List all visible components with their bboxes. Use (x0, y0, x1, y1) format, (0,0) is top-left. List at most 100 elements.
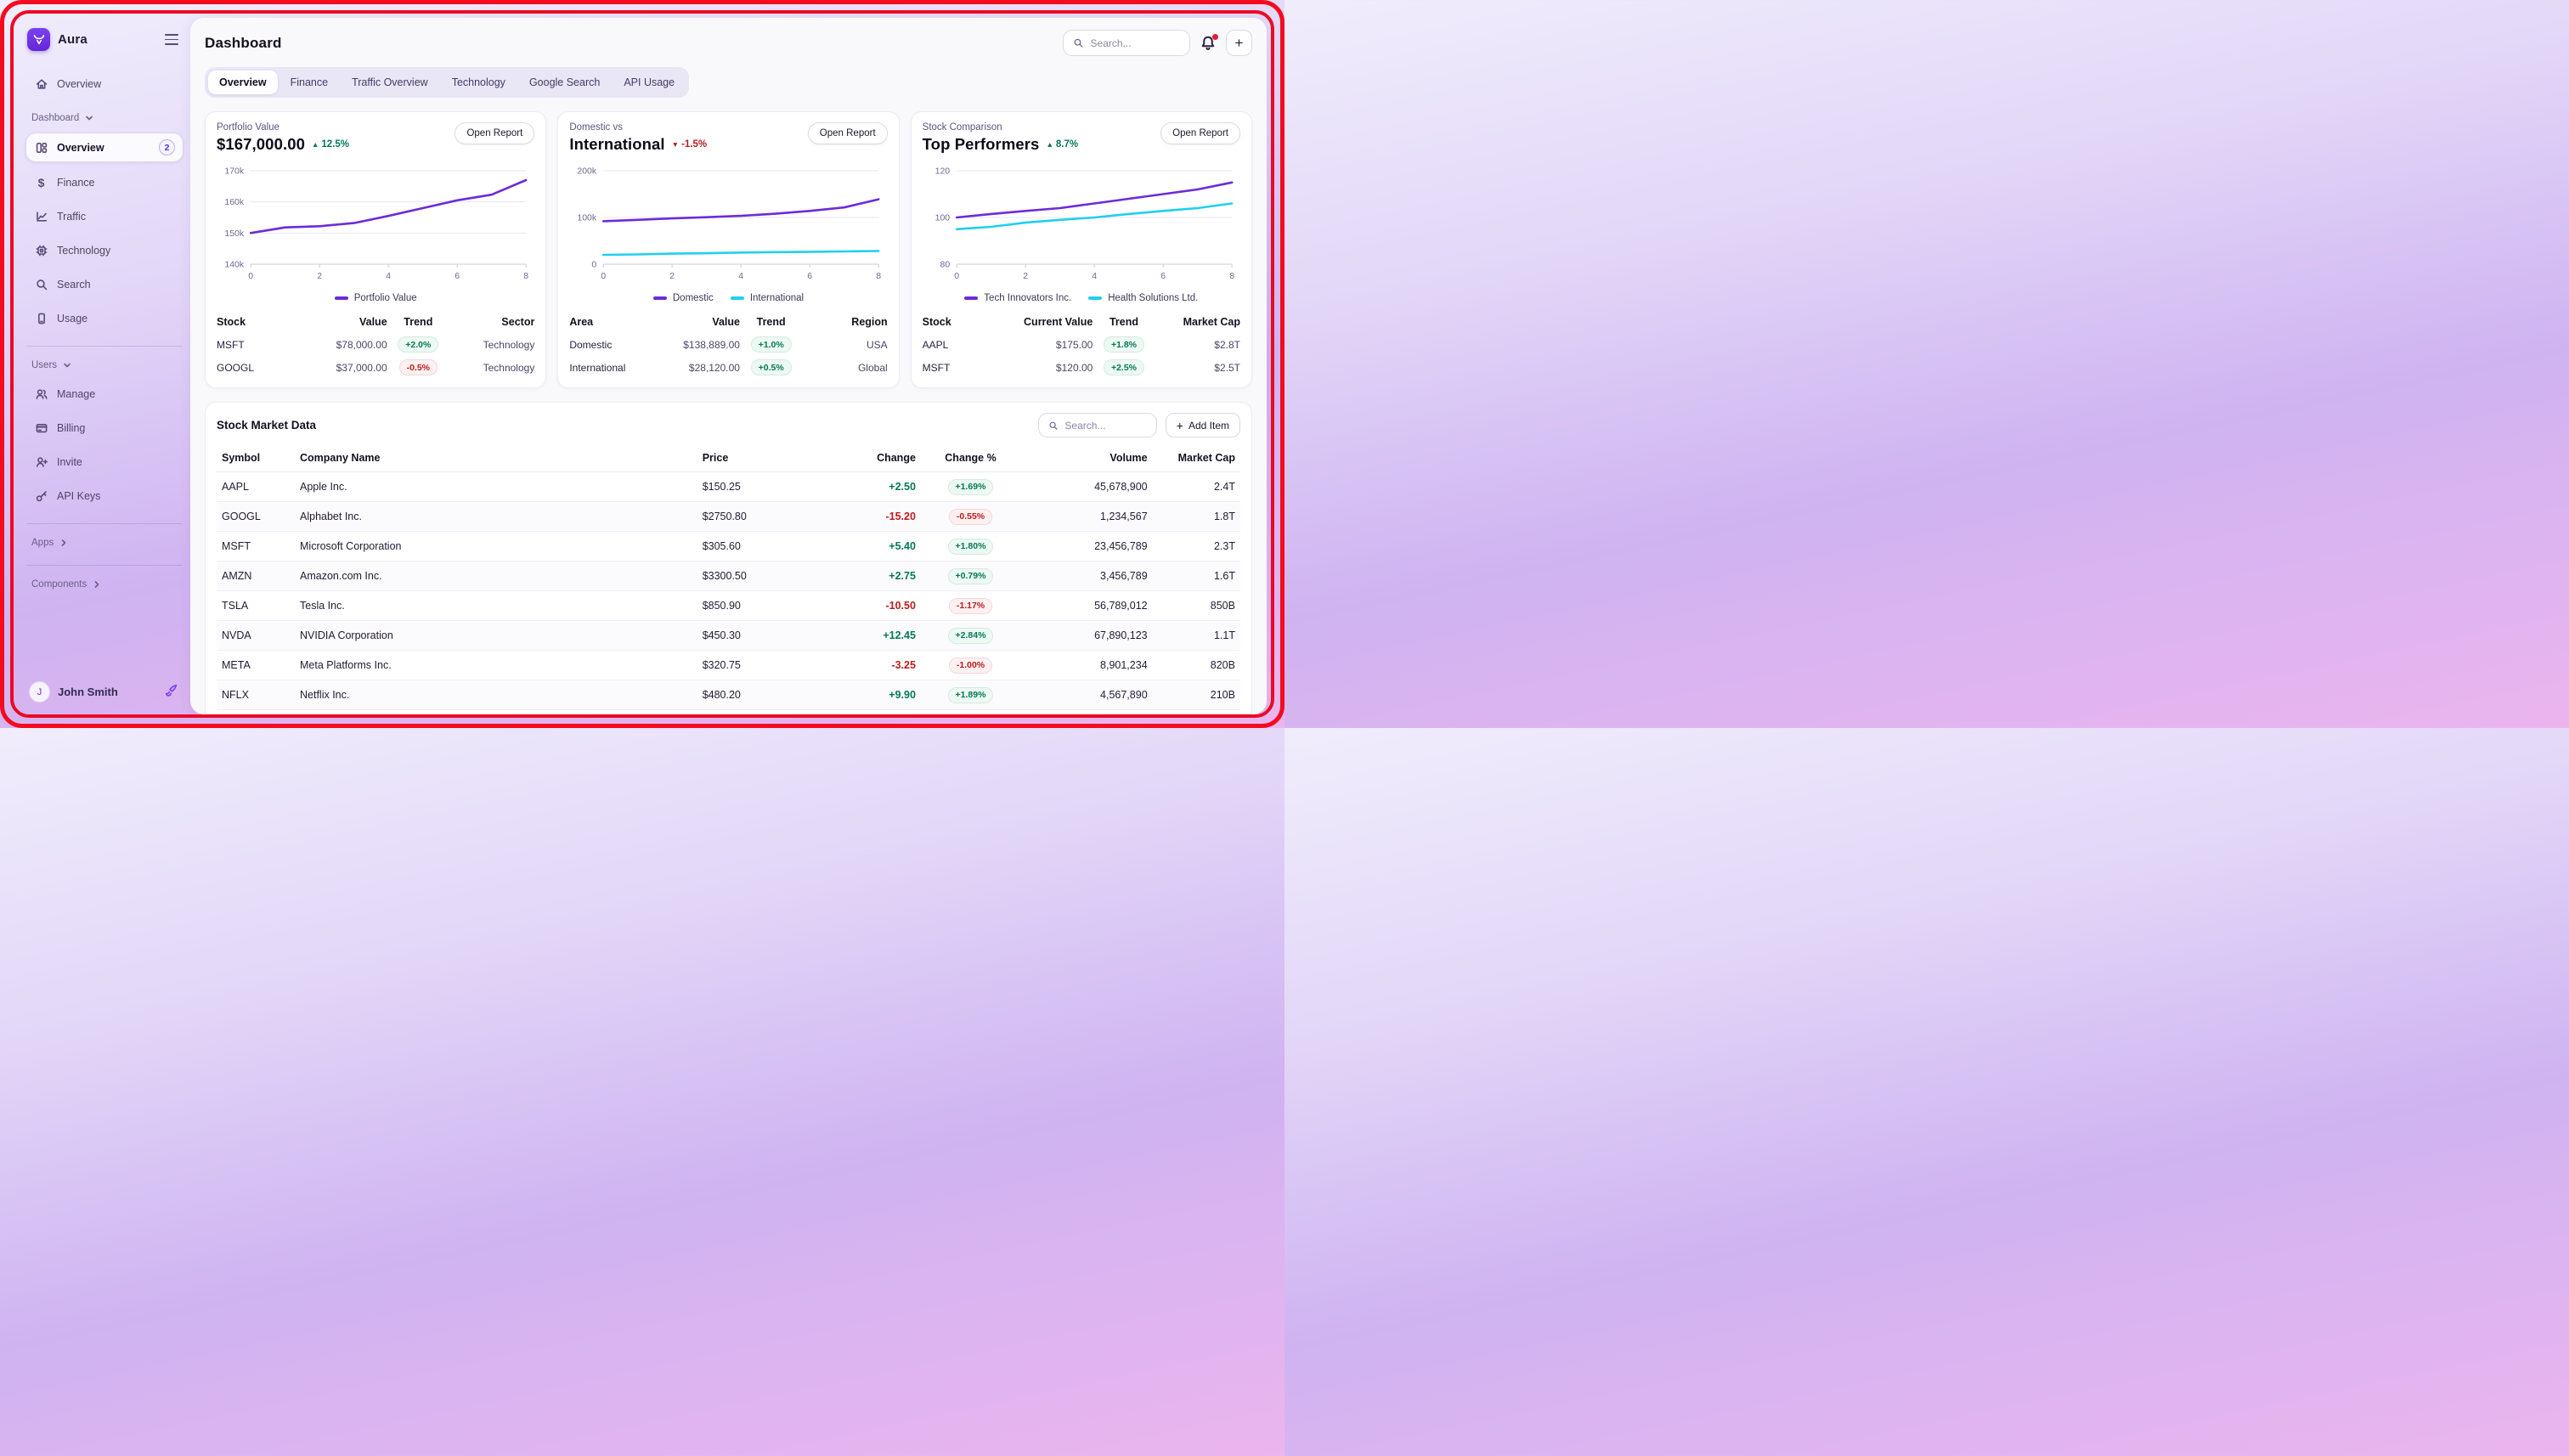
sidebar-item-api-keys[interactable]: API Keys (25, 482, 184, 510)
theme-paintbrush-icon[interactable] (161, 681, 180, 703)
delta-badge: ▲12.5% (312, 139, 349, 150)
divider (27, 565, 182, 566)
dashboard-tabs: OverviewFinanceTraffic OverviewTechnolog… (205, 67, 689, 98)
global-search[interactable] (1063, 30, 1190, 56)
home-icon (34, 76, 48, 91)
svg-text:0: 0 (601, 271, 607, 281)
tab-technology[interactable]: Technology (441, 71, 517, 94)
sidebar-item-finance[interactable]: $ Finance (25, 168, 184, 196)
cell-change-pct: +2.84% (916, 628, 1025, 644)
cell-change-pct: +1.80% (916, 539, 1025, 555)
trend-arrow-icon: ▼ (672, 140, 679, 149)
credit-card-icon (34, 420, 48, 435)
sidebar-section-users[interactable]: Users (25, 358, 184, 373)
open-report-button[interactable]: Open Report (808, 122, 888, 144)
svg-text:6: 6 (455, 271, 460, 281)
cell-market-cap: 2.4T (1148, 481, 1235, 493)
smartphone-icon (34, 311, 48, 325)
svg-text:8: 8 (1229, 271, 1234, 281)
domestic-international-line-chart: 0100k200k02468 (569, 162, 887, 290)
cell-volume: 67,890,123 (1025, 629, 1148, 641)
card-table: StockValueTrendSector MSFT$78,000.00+2.0… (217, 310, 534, 379)
cpu-icon (34, 243, 48, 257)
table-search-input[interactable] (1064, 420, 1146, 432)
svg-text:6: 6 (1160, 271, 1166, 281)
dollar-icon: $ (34, 175, 48, 189)
sidebar-item-search[interactable]: Search (25, 270, 184, 298)
sidebar-item-traffic[interactable]: Traffic (25, 202, 184, 230)
cell-change-pct: -1.17% (916, 598, 1025, 614)
svg-text:150k: 150k (224, 229, 245, 239)
tab-overview[interactable]: Overview (208, 71, 278, 94)
add-item-button[interactable]: + Add Item (1166, 413, 1240, 437)
table-row: NVDANVIDIA Corporation$450.30+12.45+2.84… (217, 621, 1240, 651)
cell-company: Netflix Inc. (300, 689, 703, 701)
sidebar-section-apps[interactable]: Apps (25, 535, 184, 550)
sidebar-item-label: Manage (57, 388, 95, 400)
tab-finance[interactable]: Finance (279, 71, 339, 94)
user-name: John Smith (58, 686, 118, 698)
tab-api-usage[interactable]: API Usage (613, 71, 686, 94)
user-plus-icon (34, 454, 48, 469)
sidebar-item-manage[interactable]: Manage (25, 380, 184, 408)
card-value: International (569, 135, 664, 154)
cell-market-cap: 1.1T (1148, 629, 1235, 641)
cell-change: +12.45 (818, 629, 916, 641)
table-row: Domestic$138,889.00+1.0%USA (569, 333, 887, 356)
cell-market-cap: 820B (1148, 659, 1235, 671)
cell-symbol: NFLX (222, 689, 300, 701)
card-label: Domestic vs (569, 122, 707, 133)
card-label: Portfolio Value (217, 122, 349, 133)
cell-change-pct: +1.69% (916, 479, 1025, 495)
user-menu[interactable]: J John Smith (25, 676, 184, 704)
svg-text:4: 4 (739, 271, 744, 281)
open-report-button[interactable]: Open Report (455, 122, 534, 144)
cell-volume: 1,234,567 (1025, 511, 1148, 522)
cell-change: -10.50 (818, 600, 916, 612)
svg-text:6: 6 (808, 271, 813, 281)
cell-volume: 45,678,900 (1025, 481, 1148, 493)
sidebar-item-label: Usage (57, 313, 88, 324)
cell-company: Apple Inc. (300, 481, 703, 493)
open-report-button[interactable]: Open Report (1160, 122, 1240, 144)
cell-symbol: MSFT (222, 540, 300, 552)
sidebar-item-overview[interactable]: Overview 2 (25, 133, 184, 162)
card-stock-comparison: Stock Comparison Top Performers ▲8.7% Op… (911, 111, 1252, 388)
stock-comparison-line-chart: 8010012002468 (923, 162, 1240, 290)
cell-change: +2.75 (818, 570, 916, 582)
add-button[interactable]: + (1226, 30, 1252, 56)
tab-google-search[interactable]: Google Search (518, 71, 611, 94)
sidebar-item-overview-home[interactable]: Overview (25, 70, 184, 98)
chart-legend: Tech Innovators Inc.Health Solutions Ltd… (923, 293, 1240, 303)
table-header: AreaValueTrendRegion (569, 310, 887, 333)
summary-cards: Portfolio Value $167,000.00 ▲12.5% Open … (205, 111, 1252, 388)
menu-icon[interactable] (161, 31, 182, 48)
card-value: $167,000.00 (217, 135, 305, 154)
sidebar-item-technology[interactable]: Technology (25, 236, 184, 264)
sidebar-section-dashboard[interactable]: Dashboard (25, 110, 184, 126)
table-row: AMZNAmazon.com Inc.$3300.50+2.75+0.79%3,… (217, 562, 1240, 591)
plus-icon: + (1177, 419, 1183, 432)
table-header: StockCurrent ValueTrendMarket Cap (923, 310, 1240, 333)
sidebar-section-components[interactable]: Components (25, 577, 184, 592)
chevron-right-icon (92, 579, 102, 590)
notifications-bell-icon[interactable] (1200, 35, 1217, 52)
sidebar-item-billing[interactable]: Billing (25, 414, 184, 442)
cell-change: +2.50 (818, 481, 916, 493)
table-row: METAMeta Platforms Inc.$320.75-3.25-1.00… (217, 651, 1240, 680)
global-search-input[interactable] (1091, 37, 1180, 49)
card-table: AreaValueTrendRegion Domestic$138,889.00… (569, 310, 887, 379)
tab-traffic-overview[interactable]: Traffic Overview (341, 71, 439, 94)
legend-entry: International (731, 293, 804, 303)
cell-change: +9.90 (818, 689, 916, 701)
search-icon (1048, 420, 1059, 432)
sidebar-item-usage[interactable]: Usage (25, 304, 184, 332)
sidebar-item-label: Invite (57, 456, 82, 468)
cell-change: -3.25 (818, 659, 916, 671)
table-search[interactable] (1038, 413, 1157, 437)
legend-entry: Health Solutions Ltd. (1088, 293, 1198, 303)
svg-text:100: 100 (934, 213, 950, 223)
chart-legend: DomesticInternational (569, 293, 887, 303)
table-body: AAPLApple Inc.$150.25+2.50+1.69%45,678,9… (217, 472, 1240, 710)
sidebar-item-invite[interactable]: Invite (25, 448, 184, 476)
